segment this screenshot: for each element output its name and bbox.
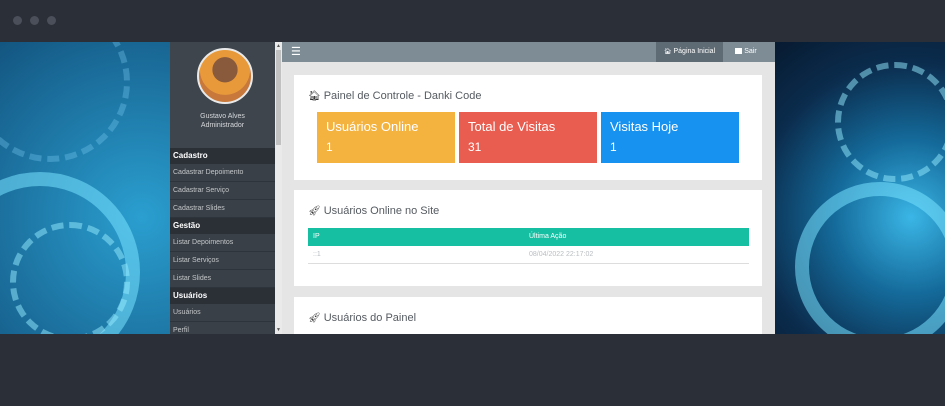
menu-group-cadastro: Cadastro <box>170 148 275 164</box>
decorative-ring <box>835 62 945 182</box>
decorative-ring <box>10 222 130 334</box>
panel-users-box: 🚀︎ Usuários do Painel <box>294 297 762 334</box>
home-icon: 🏠︎ <box>308 91 321 102</box>
menu-group-gestao: Gestão <box>170 218 275 234</box>
column-ip: IP <box>313 233 320 240</box>
table-header: IP Última Ação <box>308 228 749 246</box>
home-link-label: Página Inicial <box>673 48 716 55</box>
background-right <box>775 42 945 334</box>
menu-toggle-icon[interactable]: ☰ <box>291 46 301 58</box>
exit-icon <box>735 48 743 54</box>
dashboard-title: 🏠︎ Painel de Controle - Danki Code <box>308 90 481 102</box>
column-last-action: Última Ação <box>529 233 567 240</box>
card-online-users: Usuários Online 1 <box>317 112 455 163</box>
card-total-visits: Total de Visitas 31 <box>459 112 597 163</box>
window-titlebar <box>0 0 945 42</box>
maximize-window-dot[interactable] <box>47 16 56 25</box>
top-bar: ☰ 🏠︎ Página Inicial Sair <box>282 42 775 62</box>
exit-link-label: Sair <box>744 48 757 55</box>
decorative-ring <box>0 42 130 162</box>
user-role: Administrador <box>200 122 245 129</box>
close-window-dot[interactable] <box>13 16 22 25</box>
table-row: ::1 08/04/2022 22:17:02 <box>308 246 749 264</box>
card-label: Visitas Hoje <box>610 119 679 134</box>
card-value: 1 <box>610 140 617 154</box>
avatar <box>197 48 253 104</box>
dashboard-title-text: Painel de Controle - Danki Code <box>323 90 482 102</box>
home-icon: 🏠︎ <box>663 49 672 55</box>
main-content: ☰ 🏠︎ Página Inicial Sair 🏠︎ Painel de Cont… <box>282 42 775 334</box>
panel-users-title-text: Usuários do Painel <box>323 312 417 324</box>
card-label: Usuários Online <box>326 119 419 134</box>
menu-item-listar-slides[interactable]: Listar Slides <box>170 270 275 288</box>
online-users-title: 🚀︎ Usuários Online no Site <box>308 205 439 217</box>
exit-link[interactable]: Sair <box>723 42 769 62</box>
home-link[interactable]: 🏠︎ Página Inicial <box>656 42 723 62</box>
menu-item-cadastrar-servico[interactable]: Cadastrar Serviço <box>170 182 275 200</box>
menu-item-listar-depoimentos[interactable]: Listar Depoimentos <box>170 234 275 252</box>
minimize-window-dot[interactable] <box>30 16 39 25</box>
window-bottom-bar <box>0 334 945 406</box>
card-visits-today: Visitas Hoje 1 <box>601 112 739 163</box>
menu-item-cadastrar-slides[interactable]: Cadastrar Slides <box>170 200 275 218</box>
dashboard-box: 🏠︎ Painel de Controle - Danki Code Usuári… <box>294 75 762 180</box>
menu-group-usuarios: Usuários <box>170 288 275 304</box>
rocket-icon: 🚀︎ <box>308 313 321 324</box>
scroll-thumb[interactable] <box>276 50 281 145</box>
cell-ip: ::1 <box>313 251 321 258</box>
card-label: Total de Visitas <box>468 119 556 134</box>
cell-last-action: 08/04/2022 22:17:02 <box>529 251 594 258</box>
card-value: 1 <box>326 140 333 154</box>
online-users-title-text: Usuários Online no Site <box>323 205 440 217</box>
scroll-up-arrow-icon[interactable]: ▲ <box>276 43 281 49</box>
decorative-ring <box>795 182 945 334</box>
user-name: Gustavo Alves <box>200 113 245 120</box>
user-profile: Gustavo Alves Administrador <box>170 42 275 148</box>
rocket-icon: 🚀︎ <box>308 206 321 217</box>
sidebar: Gustavo Alves Administrador Cadastro Cad… <box>170 42 275 334</box>
menu-item-listar-servicos[interactable]: Listar Serviços <box>170 252 275 270</box>
menu-item-usuarios[interactable]: Usuários <box>170 304 275 322</box>
menu-item-cadastrar-depoimento[interactable]: Cadastrar Depoimento <box>170 164 275 182</box>
online-users-box: 🚀︎ Usuários Online no Site IP Última Ação… <box>294 190 762 286</box>
scroll-down-arrow-icon[interactable]: ▼ <box>276 327 281 333</box>
menu-item-perfil[interactable]: Perfil <box>170 322 275 334</box>
browser-viewport: Gustavo Alves Administrador Cadastro Cad… <box>0 42 945 334</box>
panel-users-title: 🚀︎ Usuários do Painel <box>308 312 416 324</box>
card-value: 31 <box>468 140 482 154</box>
sidebar-scrollbar[interactable]: ▲ ▼ <box>275 42 282 334</box>
